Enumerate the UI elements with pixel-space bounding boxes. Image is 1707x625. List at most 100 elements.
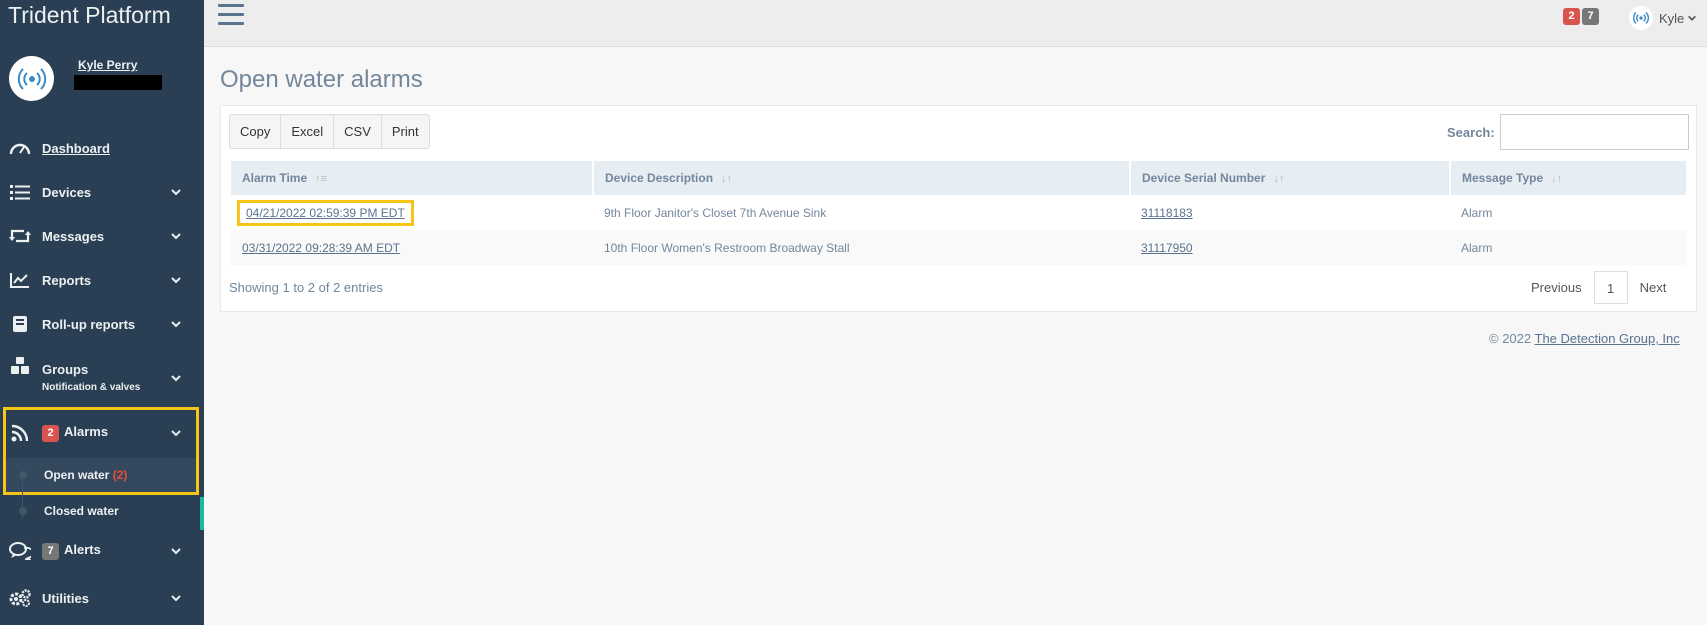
page-1-button[interactable]: 1 — [1593, 271, 1628, 304]
nav-label: Messages — [42, 228, 105, 244]
alarm-time-link[interactable]: 03/31/2022 09:28:39 AM EDT — [242, 241, 400, 255]
serial-cell: 31118183 — [1130, 195, 1450, 230]
table-panel: Copy Excel CSV Print Search: Alarm Time ↑… — [220, 105, 1697, 312]
nav-label: 7 Alerts — [42, 542, 101, 560]
alarm-time-cell: 03/31/2022 09:28:39 AM EDT — [231, 230, 593, 265]
sort-icon: ↓↑ — [721, 173, 733, 185]
user-menu[interactable]: Kyle — [1629, 6, 1697, 30]
nav-label: Utilities — [42, 590, 89, 606]
brand-title[interactable]: Trident Platform — [8, 2, 171, 29]
subnav-label: Open water — [44, 468, 110, 482]
list-icon — [8, 180, 32, 204]
chevron-down-icon — [171, 277, 181, 284]
bullet-dot — [19, 471, 27, 479]
rss-icon — [8, 421, 32, 445]
chevron-down-icon — [171, 233, 181, 240]
alarm-time-link[interactable]: 04/21/2022 02:59:39 PM EDT — [237, 199, 414, 226]
copy-button[interactable]: Copy — [230, 115, 282, 148]
chevron-down-icon — [171, 548, 181, 555]
serial-link[interactable]: 31117950 — [1141, 241, 1193, 255]
signal-logo-icon — [17, 67, 46, 90]
chart-icon — [8, 268, 32, 292]
signal-logo-icon — [1632, 11, 1650, 25]
user-name: Kyle — [1659, 10, 1685, 26]
dashboard-icon — [8, 136, 32, 160]
notification-badges: 2 7 — [1563, 8, 1601, 25]
table-row: 04/21/2022 02:59:39 PM EDT 9th Floor Jan… — [231, 195, 1687, 230]
csv-button[interactable]: CSV — [334, 115, 382, 148]
device-description-cell: 10th Floor Women's Restroom Broadway Sta… — [593, 230, 1130, 265]
alarms-badge: 2 — [42, 424, 59, 442]
device-description-cell: 9th Floor Janitor's Closet 7th Avenue Si… — [593, 195, 1130, 230]
nav-groups[interactable]: Groups Notification & valves — [0, 356, 204, 400]
sort-icon: ↓↑ — [1273, 173, 1285, 185]
chevron-down-icon — [171, 321, 181, 328]
subnav-label: Closed water — [44, 504, 119, 518]
alert-count-badge[interactable]: 7 — [1582, 8, 1599, 25]
column-header-message-type[interactable]: Message Type ↓↑ — [1450, 161, 1688, 195]
redacted-block — [74, 75, 162, 90]
sort-icon: ↓↑ — [1551, 173, 1563, 185]
chevron-down-icon — [171, 430, 181, 437]
company-link[interactable]: The Detection Group, Inc — [1535, 331, 1680, 346]
nav-label: 2 Alarms — [42, 424, 108, 442]
alarm-count-badge[interactable]: 2 — [1563, 8, 1580, 25]
serial-link[interactable]: 31118183 — [1141, 206, 1193, 220]
retweet-icon — [8, 224, 32, 248]
page-title: Open water alarms — [220, 66, 423, 93]
chevron-down-icon — [171, 595, 181, 602]
nav-label: Roll-up reports — [42, 316, 136, 332]
alarm-time-cell: 04/21/2022 02:59:39 PM EDT — [231, 195, 593, 230]
column-header-alarm-time[interactable]: Alarm Time ↑≡ — [231, 161, 594, 195]
message-type-cell: Alarm — [1450, 230, 1687, 265]
cogs-icon — [8, 586, 32, 610]
column-header-device-description[interactable]: Device Description ↓↑ — [593, 161, 1131, 195]
sort-asc-icon: ↑≡ — [315, 173, 328, 185]
serial-cell: 31117950 — [1130, 230, 1450, 265]
top-navbar: 2 7 Kyle — [204, 0, 1707, 47]
menu-toggle-icon[interactable] — [218, 4, 244, 30]
nav-messages[interactable]: Messages — [0, 216, 204, 256]
previous-button[interactable]: Previous — [1519, 271, 1594, 304]
nav-label: Devices — [42, 184, 92, 200]
subnav-open-water[interactable]: Open water (2) — [6, 458, 196, 492]
column-header-serial-number[interactable]: Device Serial Number ↓↑ — [1130, 161, 1451, 195]
nav-rollup-reports[interactable]: Roll-up reports — [0, 304, 204, 344]
nav-label: Reports — [42, 272, 92, 288]
bullet-dot — [19, 507, 27, 515]
cubes-icon — [8, 354, 32, 378]
nav-dashboard[interactable]: Dashboard — [0, 128, 204, 168]
nav-utilities[interactable]: Utilities — [0, 578, 204, 618]
book-icon — [8, 312, 32, 336]
copyright-text: © 2022 — [1489, 331, 1532, 346]
chevron-down-icon — [1688, 15, 1697, 21]
nav-alerts[interactable]: 7 Alerts — [0, 531, 204, 571]
export-buttons: Copy Excel CSV Print — [229, 114, 430, 149]
nav-label: Groups — [42, 362, 89, 377]
search-label: Search: — [1447, 125, 1495, 140]
footer: © 2022 The Detection Group, Inc — [1489, 331, 1680, 346]
subnav-closed-water[interactable]: Closed water — [6, 494, 196, 528]
table-info: Showing 1 to 2 of 2 entries — [229, 280, 383, 295]
message-type-cell: Alarm — [1450, 195, 1687, 230]
profile-avatar — [9, 56, 54, 101]
user-avatar — [1629, 6, 1653, 30]
alerts-badge: 7 — [42, 542, 59, 560]
nav-alarms[interactable]: 2 Alarms — [0, 413, 204, 453]
profile-name[interactable]: Kyle Perry — [78, 58, 137, 72]
excel-button[interactable]: Excel — [281, 115, 335, 148]
open-water-count: (2) — [112, 468, 128, 482]
table-row: 03/31/2022 09:28:39 AM EDT 10th Floor Wo… — [231, 230, 1687, 265]
chevron-down-icon — [171, 375, 181, 382]
nav-label: Dashboard — [42, 140, 110, 156]
next-button[interactable]: Next — [1628, 271, 1679, 304]
chevron-down-icon — [171, 189, 181, 196]
nav-devices[interactable]: Devices — [0, 172, 204, 212]
search-input[interactable] — [1500, 114, 1689, 150]
pagination: Previous 1 Next — [1519, 271, 1678, 304]
nav-reports[interactable]: Reports — [0, 260, 204, 300]
comments-icon — [8, 539, 32, 563]
sidebar: Trident Platform Kyle Perry Dashboard De… — [0, 0, 204, 625]
nav-sublabel: Notification & valves — [42, 382, 141, 393]
print-button[interactable]: Print — [382, 115, 429, 148]
